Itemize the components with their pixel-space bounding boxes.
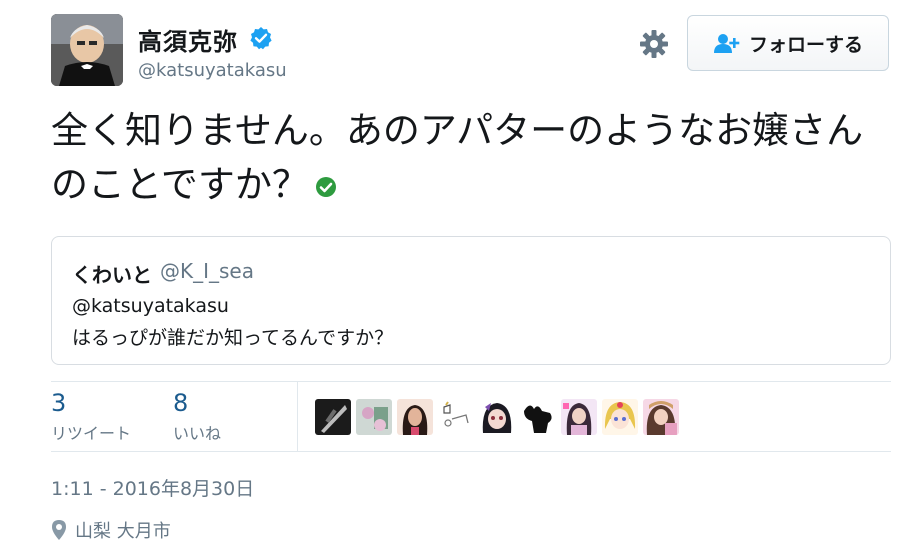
- like-count[interactable]: 8: [173, 389, 188, 417]
- map-pin-icon: [52, 520, 66, 540]
- liker-avatar[interactable]: [520, 399, 556, 435]
- quoted-tweet-text: はるっぴが誰だか知ってるんですか？: [72, 327, 394, 349]
- liker-avatar[interactable]: [602, 399, 638, 435]
- verified-badge-icon: [250, 27, 272, 50]
- like-label[interactable]: いいね: [173, 420, 221, 444]
- retweet-count[interactable]: 3: [51, 389, 66, 417]
- tweet-body: 全く知りません。あのアパターのようなお嬢さんのことですか？: [51, 109, 864, 206]
- green-check-icon: [315, 176, 336, 197]
- quoted-tweet-mention: @katsuyatakasu: [72, 295, 229, 317]
- gear-icon[interactable]: [638, 28, 670, 60]
- liker-avatar[interactable]: [356, 399, 392, 435]
- tweet-location[interactable]: 山梨 大月市: [51, 517, 171, 543]
- retweet-label[interactable]: リツイート: [51, 420, 131, 444]
- liker-avatar[interactable]: [643, 399, 679, 435]
- liker-avatar[interactable]: [561, 399, 597, 435]
- display-name[interactable]: 高須克弥: [138, 22, 238, 57]
- liker-avatar[interactable]: [315, 399, 351, 435]
- quoted-tweet-name[interactable]: くわいと: [72, 259, 152, 288]
- profile-avatar[interactable]: [51, 14, 123, 86]
- location-label: 山梨 大月市: [75, 521, 171, 542]
- quoted-tweet[interactable]: くわいと @K_I_sea @katsuyatakasu はるっぴが誰だか知って…: [51, 236, 891, 365]
- quoted-tweet-handle[interactable]: @K_I_sea: [160, 259, 254, 283]
- tweet-timestamp[interactable]: 1:11 - 2016年8月30日: [51, 474, 254, 501]
- divider: [297, 381, 298, 451]
- tweet-text: 全く知りません。あのアパターのようなお嬢さんのことですか？: [51, 104, 896, 212]
- liker-avatar[interactable]: [397, 399, 433, 435]
- follow-button[interactable]: フォローする: [687, 15, 889, 71]
- liker-avatars: [315, 399, 679, 435]
- follow-button-label: フォローする: [748, 33, 863, 56]
- liker-avatar[interactable]: [479, 399, 515, 435]
- add-user-icon: [713, 34, 740, 53]
- liker-avatar[interactable]: [438, 399, 474, 435]
- divider: [51, 381, 891, 382]
- divider: [51, 451, 891, 452]
- user-handle[interactable]: @katsuyatakasu: [138, 60, 287, 81]
